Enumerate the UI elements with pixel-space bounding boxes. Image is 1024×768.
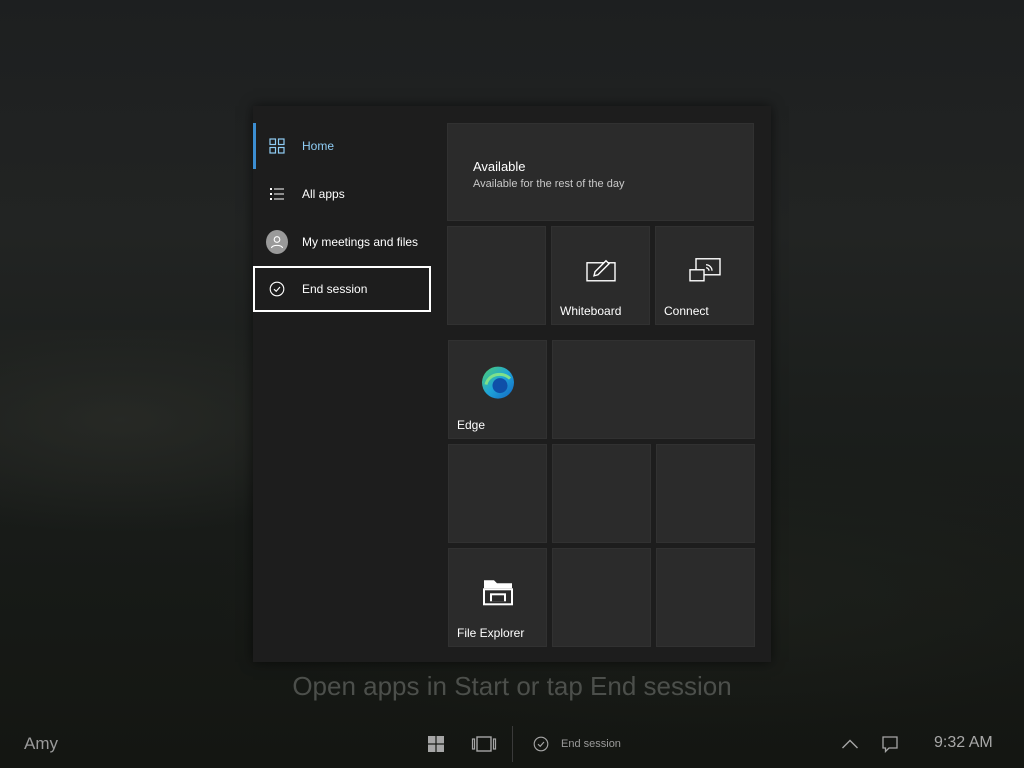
status-subtitle: Available for the rest of the day [473, 178, 625, 190]
task-view-icon[interactable] [470, 733, 498, 755]
tile-label: File Explorer [457, 626, 525, 640]
home-tiles-icon [266, 135, 288, 157]
desktop-background: Home All apps My meetings and files End … [0, 0, 1024, 768]
status-title: Available [473, 159, 526, 174]
check-circle-icon [266, 278, 288, 300]
avatar-icon [266, 230, 288, 254]
nav-item-label: All apps [302, 187, 345, 201]
taskbar: Amy End session 9:32 AM [0, 720, 1024, 768]
tile-label: Whiteboard [560, 304, 622, 318]
folder-icon [481, 576, 515, 611]
notification-icon[interactable] [880, 734, 900, 754]
whiteboard-tile[interactable]: Whiteboard [551, 226, 650, 325]
nav-item-home[interactable]: Home [253, 123, 431, 169]
empty-tile [656, 548, 755, 647]
cast-screen-icon [688, 256, 722, 287]
taskbar-end-session-button[interactable]: End session [561, 738, 621, 750]
nav-item-my-meetings-and-files[interactable]: My meetings and files [253, 219, 431, 265]
tile-label: Connect [664, 304, 709, 318]
taskbar-divider [512, 726, 513, 762]
empty-tile [447, 226, 546, 325]
nav-item-label: My meetings and files [302, 235, 419, 249]
empty-tile [448, 444, 547, 543]
chevron-up-icon[interactable] [840, 735, 860, 753]
nav-item-all-apps[interactable]: All apps [253, 171, 431, 217]
whiteboard-pen-icon [585, 256, 617, 287]
connect-tile[interactable]: Connect [655, 226, 754, 325]
start-menu: Home All apps My meetings and files End … [253, 106, 771, 662]
empty-tile [656, 444, 755, 543]
windows-start-icon[interactable] [426, 734, 446, 754]
user-name[interactable]: Amy [24, 734, 58, 754]
nav-item-label: Home [302, 139, 335, 153]
start-hint-text: Open apps in Start or tap End session [292, 671, 732, 701]
empty-tile [552, 340, 755, 439]
edge-tile[interactable]: Edge [448, 340, 547, 439]
clock[interactable]: 9:32 AM [934, 734, 993, 752]
check-circle-icon[interactable] [532, 735, 550, 753]
empty-tile [552, 444, 651, 543]
nav-item-end-session[interactable]: End session [253, 266, 431, 312]
edge-logo-icon [480, 364, 516, 405]
list-icon [266, 183, 288, 205]
availability-status-tile[interactable]: Available Available for the rest of the … [447, 123, 754, 221]
file-explorer-tile[interactable]: File Explorer [448, 548, 547, 647]
tile-label: Edge [457, 418, 486, 432]
nav-item-label: End session [302, 282, 368, 296]
empty-tile [552, 548, 651, 647]
